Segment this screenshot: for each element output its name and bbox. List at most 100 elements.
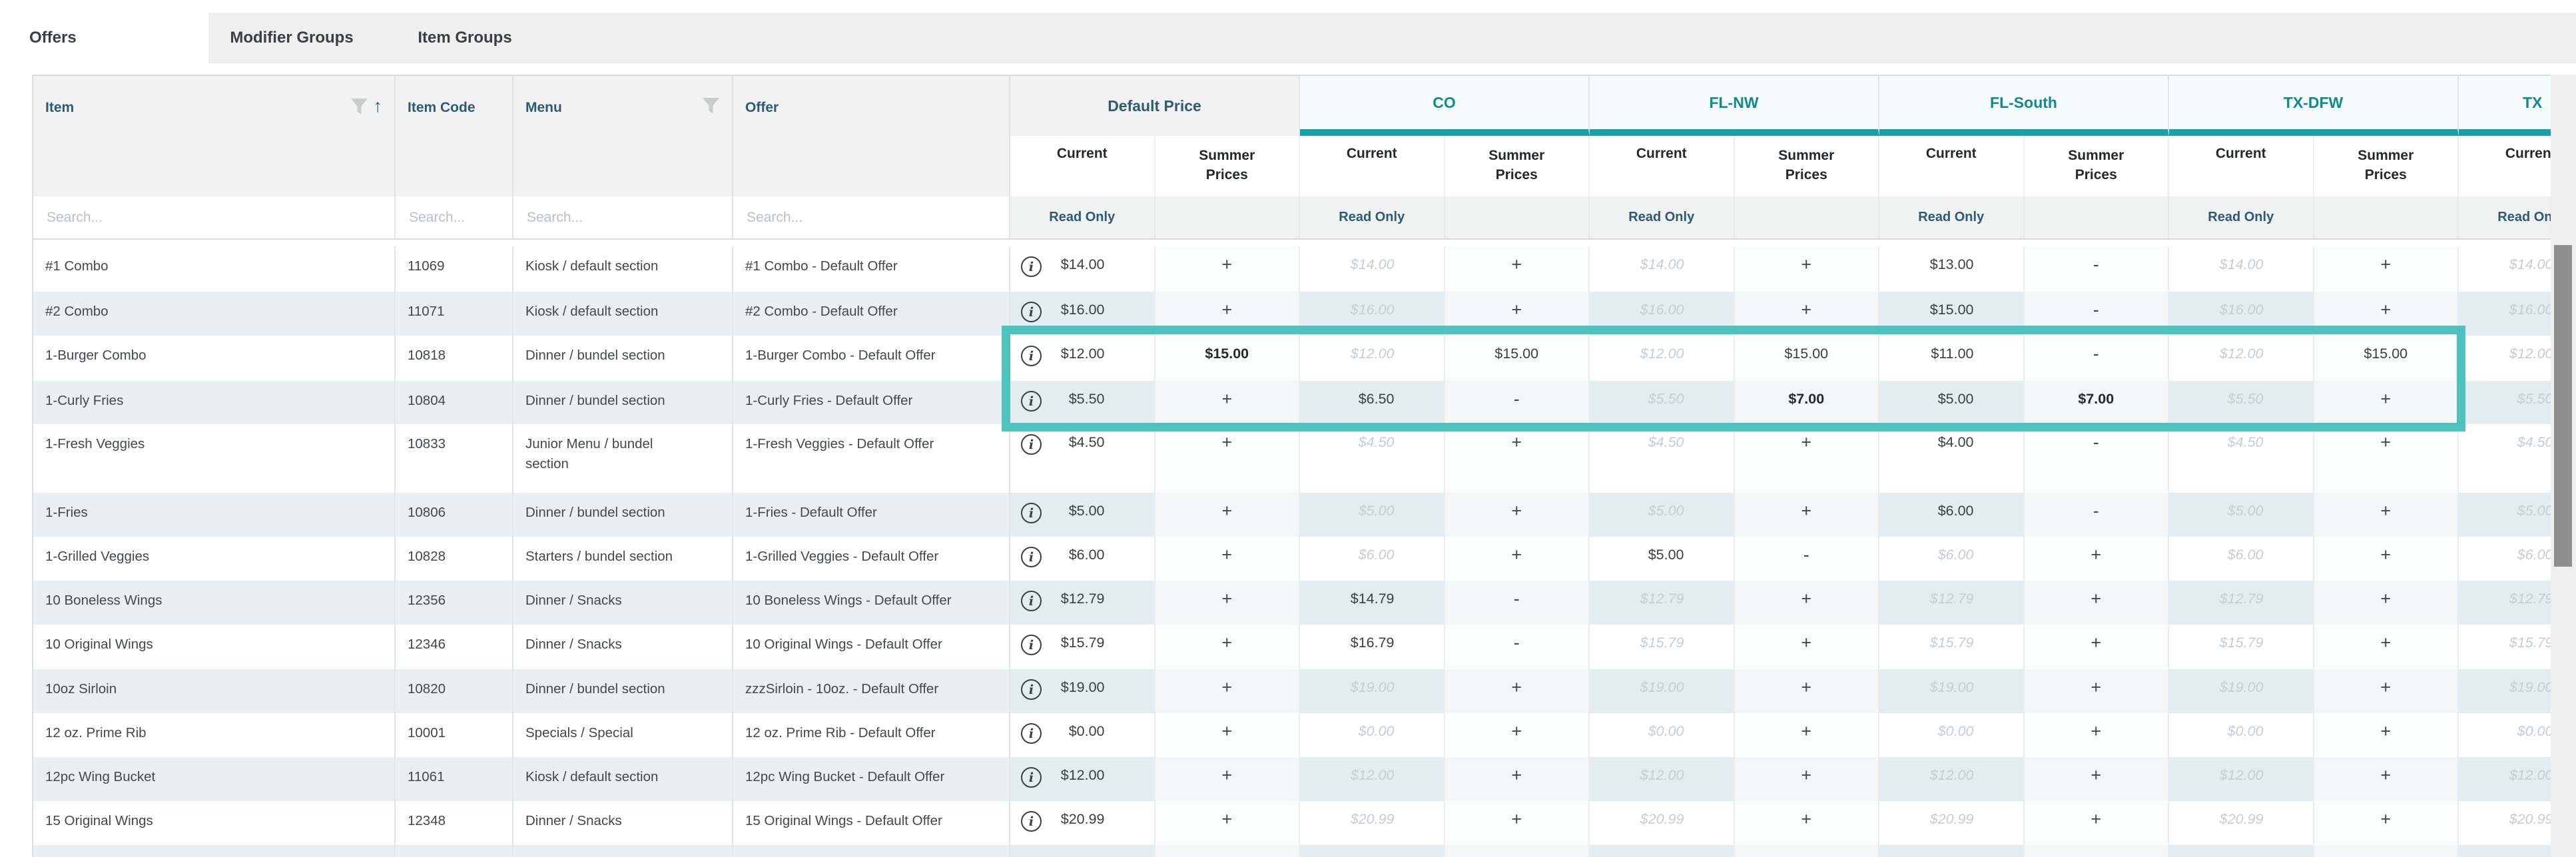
cell-co-summer[interactable]: $15.00: [1445, 336, 1590, 381]
add-summer-price-button[interactable]: +: [2091, 679, 2101, 695]
cell-co-summer[interactable]: -: [1445, 581, 1590, 625]
cell-co-summer[interactable]: +: [1445, 537, 1590, 581]
column-header-menu[interactable]: Menu: [513, 76, 733, 196]
add-summer-price-button[interactable]: +: [1221, 434, 1232, 450]
cell-default-summer[interactable]: +: [1155, 713, 1301, 757]
vertical-scrollbar[interactable]: [2551, 75, 2576, 857]
info-icon[interactable]: i: [1021, 547, 1042, 567]
cell-fl_south-summer[interactable]: +: [2025, 757, 2170, 801]
search-input-item-code[interactable]: [408, 209, 499, 226]
cell-default-summer[interactable]: +: [1155, 581, 1301, 625]
cell-tx_dfw-summer[interactable]: +: [2314, 381, 2459, 424]
tab-offers[interactable]: Offers: [0, 13, 208, 63]
add-summer-price-button[interactable]: +: [1801, 635, 1811, 651]
info-icon[interactable]: i: [1021, 635, 1042, 655]
add-summer-price-button[interactable]: +: [1511, 302, 1522, 318]
add-summer-price-button[interactable]: +: [1221, 302, 1232, 318]
add-summer-price-button[interactable]: +: [2380, 767, 2391, 783]
cell-tx_dfw-summer[interactable]: +: [2314, 669, 2459, 713]
add-summer-price-button[interactable]: +: [2091, 547, 2101, 563]
filter-icon[interactable]: [350, 98, 368, 115]
cell-default-summer[interactable]: +: [1155, 669, 1301, 713]
add-summer-price-button[interactable]: +: [2380, 256, 2391, 272]
cell-tx_dfw-summer[interactable]: +: [2314, 537, 2459, 581]
table-row[interactable]: 10 Boneless Wings12356Dinner / Snacks10 …: [33, 581, 2576, 625]
cell-fl_south-summer[interactable]: +: [2025, 669, 2170, 713]
add-summer-price-button[interactable]: +: [1801, 591, 1811, 607]
info-icon[interactable]: i: [1021, 256, 1042, 277]
info-icon[interactable]: i: [1021, 767, 1042, 788]
cell-default-summer[interactable]: +: [1155, 493, 1301, 537]
cell-fl_nw-summer[interactable]: +: [1735, 713, 1880, 757]
add-summer-price-button[interactable]: +: [1801, 302, 1811, 318]
cell-fl_nw-summer[interactable]: -: [1735, 537, 1880, 581]
cell-fl_south-summer[interactable]: +: [2025, 581, 2170, 625]
add-summer-price-button[interactable]: +: [1511, 547, 1522, 563]
cell-co-summer[interactable]: +: [1445, 801, 1590, 845]
cell-co-summer[interactable]: -: [1445, 625, 1590, 669]
add-summer-price-button[interactable]: +: [1511, 256, 1522, 272]
add-summer-price-button[interactable]: +: [1511, 503, 1522, 519]
add-summer-price-button[interactable]: +: [1221, 767, 1232, 783]
cell-fl_nw-summer[interactable]: $15.00: [1735, 336, 1880, 381]
tab-modifier-groups[interactable]: Modifier Groups: [208, 13, 375, 63]
remove-summer-price-button[interactable]: -: [2093, 434, 2099, 450]
cell-co-summer[interactable]: -: [1445, 381, 1590, 424]
cell-default-summer[interactable]: +: [1155, 246, 1301, 292]
add-summer-price-button[interactable]: +: [1221, 391, 1232, 407]
cell-tx_dfw-summer[interactable]: +: [2314, 713, 2459, 757]
cell-fl_south-summer[interactable]: -: [2025, 336, 2170, 381]
remove-summer-price-button[interactable]: -: [2093, 503, 2099, 519]
add-summer-price-button[interactable]: +: [2091, 635, 2101, 651]
remove-summer-price-button[interactable]: -: [1514, 391, 1520, 407]
cell-fl_south-summer[interactable]: -: [2025, 246, 2170, 292]
cell-fl_south-summer[interactable]: $7.00: [2025, 381, 2170, 424]
add-summer-price-button[interactable]: +: [2380, 591, 2391, 607]
cell-co-summer[interactable]: [1445, 845, 1590, 857]
add-summer-price-button[interactable]: +: [2380, 434, 2391, 450]
cell-default-summer[interactable]: +: [1155, 292, 1301, 336]
cell-fl_south-summer[interactable]: -: [2025, 424, 2170, 493]
add-summer-price-button[interactable]: +: [2091, 767, 2101, 783]
cell-co-summer[interactable]: +: [1445, 757, 1590, 801]
add-summer-price-button[interactable]: +: [1511, 723, 1522, 739]
add-summer-price-button[interactable]: +: [1801, 256, 1811, 272]
add-summer-price-button[interactable]: +: [2380, 811, 2391, 827]
cell-fl_south-summer[interactable]: +: [2025, 625, 2170, 669]
cell-tx_dfw-summer[interactable]: $15.00: [2314, 336, 2459, 381]
add-summer-price-button[interactable]: +: [1221, 591, 1232, 607]
add-summer-price-button[interactable]: +: [1221, 256, 1232, 272]
info-icon[interactable]: i: [1021, 503, 1042, 523]
cell-tx_dfw-summer[interactable]: +: [2314, 801, 2459, 845]
cell-fl_nw-summer[interactable]: [1735, 845, 1880, 857]
cell-fl_nw-summer[interactable]: +: [1735, 581, 1880, 625]
cell-default-summer[interactable]: +: [1155, 801, 1301, 845]
info-icon[interactable]: i: [1021, 434, 1042, 455]
remove-summer-price-button[interactable]: -: [2093, 256, 2099, 272]
cell-default-summer[interactable]: +: [1155, 537, 1301, 581]
cell-fl_south-summer[interactable]: -: [2025, 292, 2170, 336]
cell-tx_dfw-summer[interactable]: +: [2314, 581, 2459, 625]
add-summer-price-button[interactable]: +: [2380, 635, 2391, 651]
cell-fl_nw-summer[interactable]: $7.00: [1735, 381, 1880, 424]
add-summer-price-button[interactable]: +: [1801, 723, 1811, 739]
cell-fl_south-summer[interactable]: [2025, 845, 2170, 857]
scrollbar-thumb[interactable]: [2554, 245, 2572, 567]
cell-co-summer[interactable]: +: [1445, 292, 1590, 336]
cell-fl_south-summer[interactable]: +: [2025, 713, 2170, 757]
add-summer-price-button[interactable]: +: [1511, 767, 1522, 783]
table-row[interactable]: 10 Original Wings12346Dinner / Snacks10 …: [33, 625, 2576, 669]
add-summer-price-button[interactable]: +: [1221, 503, 1232, 519]
cell-fl_nw-summer[interactable]: +: [1735, 625, 1880, 669]
add-summer-price-button[interactable]: +: [1221, 811, 1232, 827]
tab-item-groups[interactable]: Item Groups: [375, 13, 555, 63]
table-row[interactable]: 10oz Sirloin10820Dinner / bundel section…: [33, 669, 2576, 713]
add-summer-price-button[interactable]: +: [2380, 503, 2391, 519]
table-row[interactable]: [33, 845, 2576, 857]
add-summer-price-button[interactable]: +: [1221, 547, 1232, 563]
remove-summer-price-button[interactable]: -: [1803, 547, 1809, 563]
cell-fl_nw-summer[interactable]: +: [1735, 757, 1880, 801]
add-summer-price-button[interactable]: +: [2380, 302, 2391, 318]
table-row[interactable]: 12 oz. Prime Rib10001Specials / Special1…: [33, 713, 2576, 757]
remove-summer-price-button[interactable]: -: [1514, 635, 1520, 651]
